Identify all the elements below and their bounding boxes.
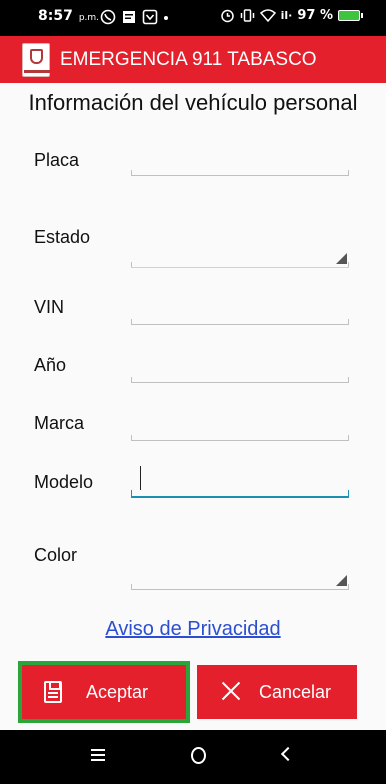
anio-input[interactable] <box>131 348 349 383</box>
status-bar: 8:57 p.m. il· 97 % <box>0 0 386 36</box>
system-navigation-bar <box>0 730 386 784</box>
marca-label: Marca <box>34 413 85 433</box>
vibrate-icon <box>240 9 254 22</box>
message-icon <box>123 11 135 23</box>
privacy-notice-link[interactable]: Aviso de Privacidad <box>0 618 386 641</box>
page-title: Información del vehículo personal <box>28 90 358 115</box>
status-time-group: 8:57 p.m. <box>38 8 99 24</box>
status-time: 8:57 <box>38 8 73 24</box>
cancel-button[interactable]: Cancelar <box>197 665 357 719</box>
marca-input[interactable] <box>131 406 349 441</box>
save-icon <box>44 681 66 703</box>
notification-icon <box>142 9 158 25</box>
cancel-button-label: Cancelar <box>259 681 332 702</box>
color-select[interactable] <box>131 550 349 590</box>
wifi-icon <box>259 9 276 23</box>
dropdown-arrow-icon <box>336 575 347 586</box>
battery-percent: 97 % <box>297 8 333 23</box>
app-title: EMERGENCIA 911 TABASCO <box>60 48 317 70</box>
modelo-input[interactable] <box>131 460 349 498</box>
accept-button[interactable]: Aceptar <box>18 661 190 723</box>
vin-label: VIN <box>34 297 65 317</box>
placa-input[interactable] <box>131 140 349 176</box>
signal-icon: il· <box>280 9 293 22</box>
text-cursor <box>140 466 141 490</box>
home-icon[interactable] <box>191 747 206 764</box>
placa-label: Placa <box>34 150 80 170</box>
app-logo-icon <box>22 42 50 77</box>
vin-input[interactable] <box>131 290 349 325</box>
close-icon <box>221 681 243 703</box>
modelo-label: Modelo <box>34 472 94 492</box>
estado-label: Estado <box>34 227 91 247</box>
alarm-icon <box>220 9 234 23</box>
accept-button-label: Aceptar <box>86 681 149 702</box>
color-label: Color <box>34 545 78 565</box>
dot-icon <box>164 16 168 20</box>
app-bar: EMERGENCIA 911 TABASCO <box>0 36 386 83</box>
dropdown-arrow-icon <box>336 253 347 264</box>
back-icon[interactable] <box>280 746 296 762</box>
status-ampm: p.m. <box>78 13 100 23</box>
whatsapp-icon <box>100 9 116 25</box>
recents-icon[interactable] <box>91 749 105 761</box>
battery-icon <box>338 10 363 21</box>
anio-label: Año <box>34 355 67 375</box>
estado-select[interactable] <box>131 230 349 268</box>
status-system-icons: il· 97 % <box>220 8 363 23</box>
status-notification-icons <box>100 9 169 25</box>
